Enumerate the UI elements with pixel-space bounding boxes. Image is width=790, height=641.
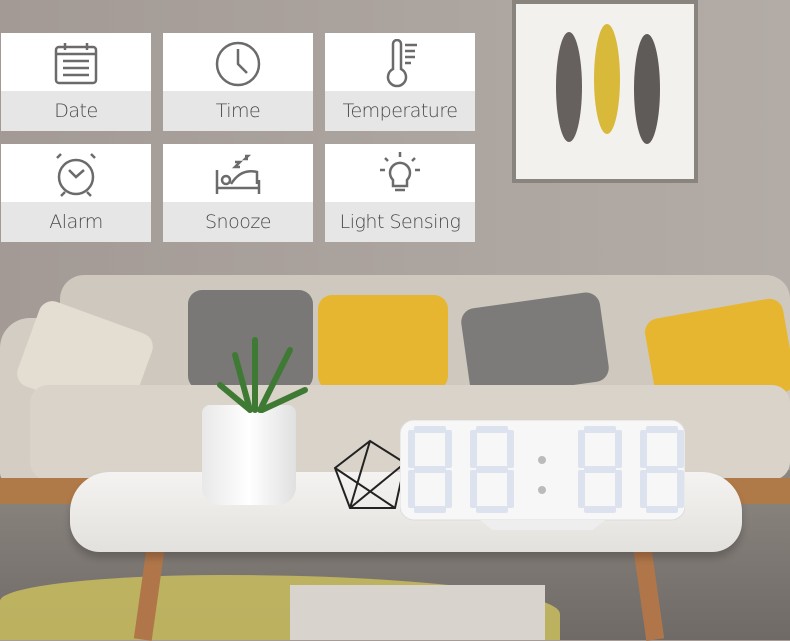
- led-segment: [677, 470, 684, 508]
- light-bulb-icon: [380, 152, 420, 192]
- feature-label: Light Sensing: [325, 202, 475, 242]
- led-segment: [646, 466, 678, 473]
- led-segment: [408, 430, 415, 468]
- pillow: [459, 290, 611, 400]
- pillow: [318, 295, 448, 390]
- feature-tile-alarm: Alarm: [1, 144, 151, 242]
- led-segment: [476, 466, 508, 473]
- wall-art-frame: [512, 0, 698, 183]
- led-segment: [507, 430, 514, 468]
- led-segment: [584, 506, 616, 513]
- led-segment: [470, 470, 477, 508]
- books: [290, 585, 545, 640]
- feature-tile-light-sensing: Light Sensing: [325, 144, 475, 242]
- feature-tile-snooze: Snooze: [163, 144, 313, 242]
- feature-tile-temperature: Temperature: [325, 33, 475, 131]
- led-segment: [640, 430, 647, 468]
- sleeping-bed-icon: [215, 154, 261, 194]
- led-segment: [584, 426, 616, 433]
- led-segment: [445, 430, 452, 468]
- feature-tile-time: Time: [163, 33, 313, 131]
- plant-icon: [217, 337, 308, 413]
- led-segment: [615, 430, 622, 468]
- led-segment: [578, 430, 585, 468]
- led-wall-clock: [400, 420, 685, 530]
- feature-tile-date: Date: [1, 33, 151, 131]
- led-segment: [470, 430, 477, 468]
- led-segment: [584, 466, 616, 473]
- geometric-decor-icon: [333, 439, 407, 509]
- feature-label: Temperature: [325, 91, 475, 131]
- feature-label: Date: [1, 91, 151, 131]
- led-segment: [646, 506, 678, 513]
- thermometer-icon: [386, 39, 417, 88]
- plant-pot: [202, 405, 296, 505]
- led-segment: [445, 470, 452, 508]
- clock-icon: [215, 41, 261, 87]
- led-segment: [640, 470, 647, 508]
- led-segment: [677, 430, 684, 468]
- feature-label: Snooze: [163, 202, 313, 242]
- alarm-clock-icon: [56, 153, 96, 197]
- feature-label: Alarm: [1, 202, 151, 242]
- led-segment: [507, 470, 514, 508]
- led-segment: [408, 470, 415, 508]
- led-segment: [615, 470, 622, 508]
- led-segment: [646, 426, 678, 433]
- led-segment: [476, 506, 508, 513]
- feature-label: Time: [163, 91, 313, 131]
- calendar-icon: [54, 43, 98, 85]
- led-segment: [414, 426, 446, 433]
- led-segment: [476, 426, 508, 433]
- led-segment: [578, 470, 585, 508]
- led-segment: [414, 506, 446, 513]
- led-segment: [414, 466, 446, 473]
